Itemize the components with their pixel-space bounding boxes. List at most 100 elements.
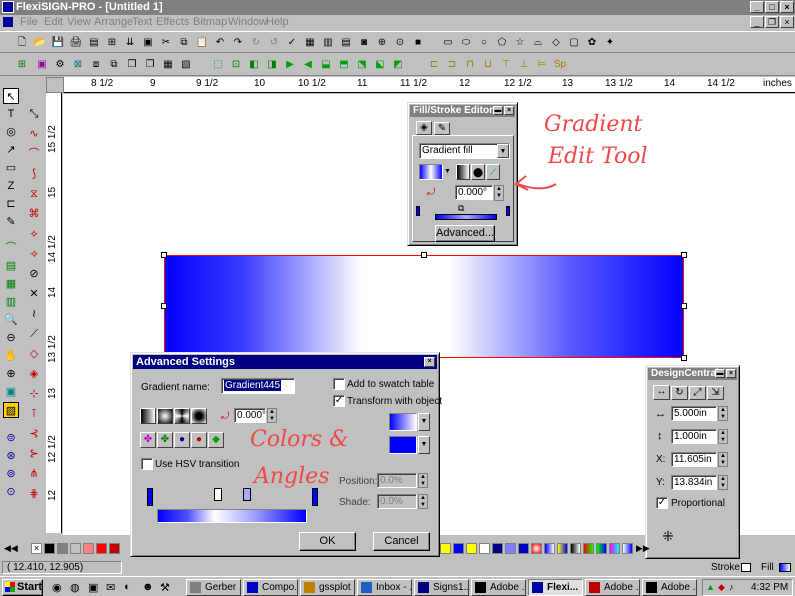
no-color-swatch[interactable]: × [31, 543, 42, 554]
gradient-start-marker[interactable] [147, 488, 153, 506]
fill-stroke-close[interactable]: × [504, 106, 514, 115]
position-field[interactable]: 0.0% [377, 473, 417, 488]
width-field[interactable]: 5.000in [671, 406, 717, 421]
fill-icon[interactable]: ■ [410, 35, 426, 51]
end-color-swatch[interactable] [389, 436, 417, 454]
menu-help[interactable]: Help [266, 16, 289, 28]
curve-tool-icon[interactable]: ∿ [26, 126, 42, 142]
tray-network-icon[interactable]: ▲ [706, 582, 715, 592]
color-swatch[interactable] [466, 543, 477, 554]
group-icon[interactable]: ⧈ [88, 57, 104, 73]
arc-shape-icon[interactable]: ⌓ [530, 35, 546, 51]
color-swatch[interactable] [531, 543, 542, 554]
chevron-down-icon[interactable]: ▼ [497, 144, 509, 158]
skew-tab-icon[interactable]: ⤢ [689, 386, 706, 400]
dialog-close-icon[interactable]: × [424, 357, 435, 367]
unlock-icon[interactable]: ▧ [178, 57, 194, 73]
weld-icon[interactable]: ⊠ [70, 57, 86, 73]
spot-mode-icon[interactable]: ● [174, 432, 190, 448]
warp-tool-icon[interactable]: ⧖ [26, 186, 42, 202]
cut-tool-icon[interactable]: ⊛ [3, 448, 19, 464]
gradient-stops-icon[interactable]: ⟋ [486, 164, 500, 180]
burst-shape-icon[interactable]: ✦ [602, 35, 618, 51]
ungroup-icon[interactable]: ⧉ [106, 57, 122, 73]
break-icon[interactable]: ❐ [142, 57, 158, 73]
node-delete-icon[interactable]: ◈ [26, 366, 42, 382]
node-smooth-icon[interactable]: ⊰ [26, 426, 42, 442]
color-swatch[interactable] [505, 543, 516, 554]
width-spinner[interactable]: ▲ ▼ [718, 406, 728, 421]
menu-bitmap[interactable]: Bitmap [193, 16, 227, 28]
task-inbox[interactable]: Inbox - ... [357, 579, 412, 596]
paste-icon[interactable]: 📋 [194, 35, 210, 51]
task-gerber[interactable]: Gerber ... [186, 579, 241, 596]
node-corner-icon[interactable]: ⊱ [26, 446, 42, 462]
linear-gradient-icon[interactable] [456, 164, 470, 180]
gradient-stop-marker[interactable] [243, 488, 251, 501]
zoom-out-icon[interactable]: ⊖ [3, 330, 19, 346]
gradient-midpoint-marker[interactable] [214, 488, 222, 501]
gradient-ramp[interactable] [157, 509, 307, 523]
undo-icon[interactable]: ↶ [212, 35, 228, 51]
task-compo[interactable]: Compo... [243, 579, 298, 596]
selection-handle[interactable] [681, 355, 687, 361]
cut-plot-icon[interactable]: ⊞ [104, 35, 120, 51]
node-edit-icon[interactable]: ↗ [3, 142, 19, 158]
color-swatch[interactable] [70, 543, 81, 554]
align-center-icon[interactable]: ⊐ [444, 57, 460, 73]
selection-handle[interactable] [681, 303, 687, 309]
diamond-shape-icon[interactable]: ◇ [548, 35, 564, 51]
gear-icon[interactable]: ⚙ [52, 57, 68, 73]
knife-tool-icon[interactable]: ⊘ [26, 266, 42, 282]
gradient-rectangle[interactable] [164, 255, 684, 358]
design-central-close[interactable]: × [726, 369, 736, 378]
height-spinner[interactable]: ▲ ▼ [718, 429, 728, 444]
ellipse-shape-icon[interactable]: ⬭ [458, 35, 474, 51]
desktop-icon[interactable]: ▣ [88, 581, 98, 594]
color-swatch[interactable] [479, 543, 490, 554]
check-icon[interactable]: ✓ [284, 35, 300, 51]
task-adobe-2[interactable]: Adobe ... [585, 579, 640, 596]
rectangle-shape-icon[interactable]: ▭ [440, 35, 456, 51]
print-icon[interactable]: 🖨 [68, 35, 84, 51]
outlook-icon[interactable]: ✉ [106, 581, 115, 594]
front-icon[interactable]: ◧ [246, 57, 262, 73]
space-icon[interactable]: ⊨ [534, 57, 550, 73]
node-join-icon[interactable]: ⊹ [26, 386, 42, 402]
menu-text[interactable]: Text [132, 16, 152, 28]
cut-icon[interactable]: ✂ [158, 35, 174, 51]
lock-icon[interactable]: ▦ [160, 57, 176, 73]
gradient-bar[interactable] [435, 214, 497, 220]
palette-right-arrow-icon[interactable]: ▶▶ [636, 543, 650, 554]
start-button[interactable]: Start [2, 579, 43, 596]
align-middle-icon[interactable]: ⊤ [498, 57, 514, 73]
align-bottom-icon[interactable]: ⊥ [516, 57, 532, 73]
shape-tool-icon[interactable]: ◎ [3, 124, 19, 140]
ruler-corner[interactable] [46, 77, 64, 93]
freehand-tool-icon[interactable]: ≀ [26, 306, 42, 322]
node-add-icon[interactable]: ◇ [26, 346, 42, 362]
browser-icon[interactable]: ◍ [70, 581, 80, 594]
cmyk-mode-icon[interactable]: ✤ [157, 432, 173, 448]
tray-volume-icon[interactable]: ♪ [729, 582, 734, 592]
shade-field[interactable]: 0.0% [377, 494, 417, 509]
color-swatch[interactable] [44, 543, 55, 554]
start-color-swatch[interactable] [389, 413, 417, 431]
square-type-icon[interactable] [191, 408, 207, 424]
repeat-icon[interactable]: ↻ [248, 35, 264, 51]
cloud-shape-icon[interactable]: ✿ [584, 35, 600, 51]
tray-antivirus-icon[interactable]: ◆ [718, 582, 725, 593]
maximize-button[interactable]: □ [765, 1, 779, 13]
repeat2-icon[interactable]: ↺ [266, 35, 282, 51]
preview-icon[interactable]: ◙ [356, 35, 372, 51]
bezier-tool-icon[interactable]: ⟆ [26, 166, 42, 182]
color-swatch[interactable] [544, 543, 555, 554]
menu-file[interactable]: File [20, 16, 38, 28]
dialog-angle-spinner[interactable]: ▲ ▼ [267, 408, 277, 423]
fill-stroke-minimize[interactable]: ▬ [493, 106, 503, 115]
doc-close-button[interactable]: × [780, 16, 794, 28]
color-swatch[interactable] [596, 543, 607, 554]
reverse-icon[interactable]: ⬒ [336, 57, 352, 73]
fill-stroke-title-bar[interactable]: Fill/Stroke Editor ▬ × [410, 105, 515, 117]
design-central-minimize[interactable]: ▬ [715, 369, 725, 378]
